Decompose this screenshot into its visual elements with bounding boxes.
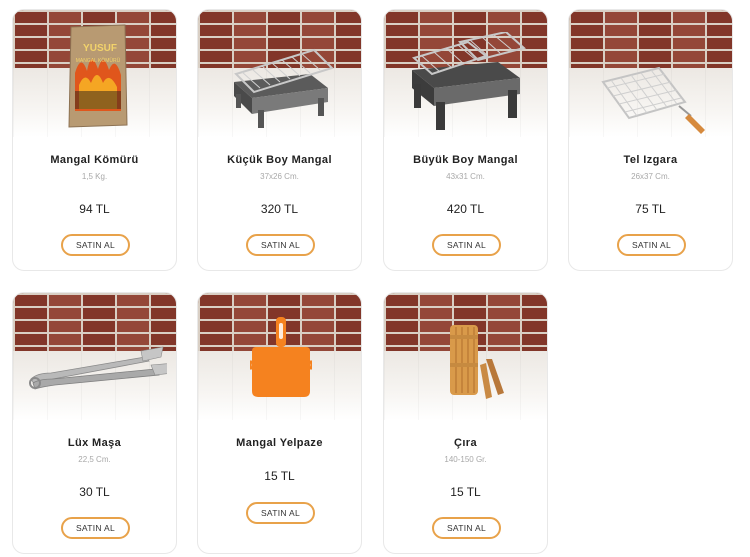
wire-grill-icon <box>601 66 705 134</box>
buy-button[interactable]: SATIN AL <box>246 502 315 524</box>
product-card[interactable]: Tel Izgara 26x37 Cm. 75 TL SATIN AL <box>568 9 733 271</box>
package-brand-label: YUSUF <box>83 43 117 54</box>
product-card[interactable]: Çıra 140-150 Gr. 15 TL SATIN AL <box>383 292 548 554</box>
product-name: Tel Izgara <box>623 154 678 166</box>
kindling-icon <box>450 325 504 399</box>
product-size: 43x31 Cm. <box>446 172 485 181</box>
charcoal-bag-icon: YUSUF MANGAL KÖMÜRÜ <box>68 24 128 128</box>
package-product-label: MANGAL KÖMÜRÜ <box>76 57 121 64</box>
buy-button[interactable]: SATIN AL <box>61 234 130 256</box>
product-name: Büyük Boy Mangal <box>413 154 518 166</box>
product-card[interactable]: Büyük Boy Mangal 43x31 Cm. 420 TL SATIN … <box>383 9 548 271</box>
product-price: 75 TL <box>635 202 666 216</box>
product-name: Lüx Maşa <box>67 437 122 449</box>
product-card[interactable]: Küçük Boy Mangal 37x26 Cm. 320 TL SATIN … <box>197 9 362 271</box>
product-size: 22,5 Cm. <box>78 455 111 464</box>
product-image[interactable] <box>13 293 176 420</box>
tongs-icon <box>29 346 167 390</box>
buy-button[interactable]: SATIN AL <box>617 234 686 256</box>
product-price: 420 TL <box>446 202 485 216</box>
product-image[interactable] <box>384 293 547 420</box>
product-price: 94 TL <box>79 202 110 216</box>
small-grill-icon <box>234 48 334 128</box>
product-size: 37x26 Cm. <box>260 172 299 181</box>
product-size: 140-150 Gr. <box>444 455 487 464</box>
product-size: 26x37 Cm. <box>631 172 670 181</box>
buy-button[interactable]: SATIN AL <box>61 517 130 539</box>
buy-button[interactable]: SATIN AL <box>246 234 315 256</box>
product-size: 1,5 Kg. <box>81 172 108 181</box>
buy-button[interactable]: SATIN AL <box>432 234 501 256</box>
product-image[interactable] <box>198 293 361 420</box>
product-name: Mangal Yelpaze <box>236 437 323 449</box>
buy-button[interactable]: SATIN AL <box>432 517 501 539</box>
product-name: Çıra <box>454 437 477 449</box>
fan-icon <box>250 317 312 397</box>
brick-wall-background <box>13 293 176 351</box>
product-card[interactable]: YUSUF MANGAL KÖMÜRÜ Mangal Kömürü 1,5 Kg… <box>12 9 177 271</box>
large-grill-icon <box>411 32 526 130</box>
product-image[interactable] <box>569 10 732 137</box>
product-price: 15 TL <box>264 469 295 483</box>
product-price: 320 TL <box>260 202 299 216</box>
product-image[interactable]: YUSUF MANGAL KÖMÜRÜ <box>13 10 176 137</box>
product-image[interactable] <box>198 10 361 137</box>
product-price: 30 TL <box>79 485 110 499</box>
product-card[interactable]: Mangal Yelpaze 15 TL SATIN AL <box>197 292 362 554</box>
product-name: Küçük Boy Mangal <box>227 154 332 166</box>
brick-wall-background <box>569 10 732 68</box>
product-price: 15 TL <box>450 485 481 499</box>
product-card[interactable]: Lüx Maşa 22,5 Cm. 30 TL SATIN AL <box>12 292 177 554</box>
product-image[interactable] <box>384 10 547 137</box>
product-name: Mangal Kömürü <box>50 154 139 166</box>
